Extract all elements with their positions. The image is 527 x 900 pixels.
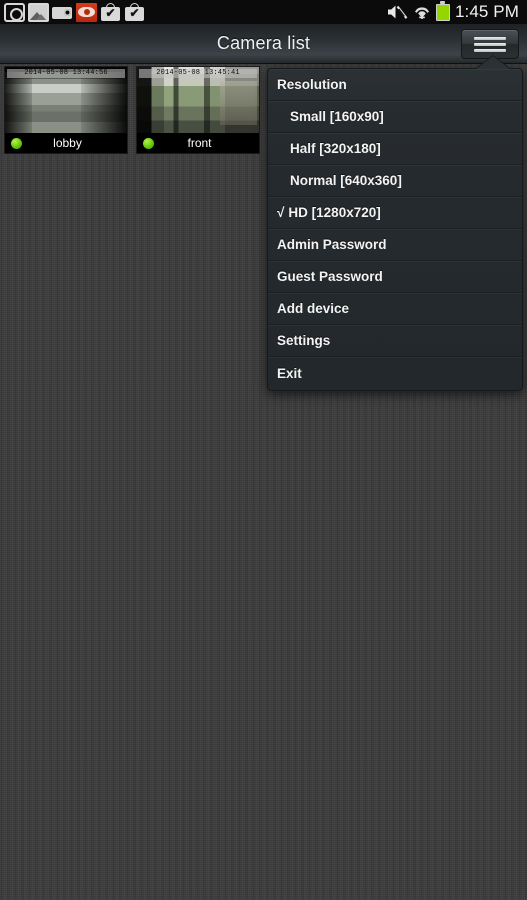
dropdown-caret-icon [476,56,510,69]
menu-label: Half [320x180] [290,141,381,156]
camera-icon [52,3,73,22]
hamburger-bar-2 [474,42,506,46]
menu-item-normal[interactable]: Normal [640x360] [268,165,522,197]
menu-item-hd[interactable]: √ HD [1280x720] [268,197,522,229]
status-bar-right-icons: 1:45 PM [386,0,523,24]
camera-tile-front[interactable]: 2014-05-08 13:45:41 front [137,67,259,153]
app-root: 1:45 PM Camera list 2014-05-08 13:44:56 … [0,0,527,900]
camera-timestamp-front: 2014-05-08 13:45:41 [139,69,257,78]
overflow-menu: Resolution Small [160x90] Half [320x180]… [267,68,523,391]
menu-item-guest-password[interactable]: Guest Password [268,261,522,293]
menu-item-settings[interactable]: Settings [268,325,522,357]
menu-item-half[interactable]: Half [320x180] [268,133,522,165]
gallery-icon [28,2,49,22]
bag-check-icon [100,2,121,22]
camera-tile-lobby[interactable]: 2014-05-08 13:44:56 lobby [5,67,127,153]
title-bar: Camera list [0,24,527,64]
menu-item-admin-password[interactable]: Admin Password [268,229,522,261]
menu-label: Add device [277,301,350,316]
menu-label: HD [1280x720] [288,205,381,220]
status-badge-front [143,137,154,149]
camera-footer-front: front [137,133,259,153]
page-title: Camera list [216,33,311,53]
bag-check-icon-2 [124,2,145,22]
menu-label: Small [160x90] [290,109,384,124]
menu-label: Guest Password [277,269,383,284]
battery-icon [435,0,450,21]
menu-label: Resolution [277,77,347,92]
menu-item-add-device[interactable]: Add device [268,293,522,325]
menu-item-exit[interactable]: Exit [268,357,522,389]
red-eye-icon [76,2,97,22]
wifi-icon [413,3,431,21]
screenshot-icon [4,2,25,22]
mute-icon [386,3,408,21]
status-bar-left-icons [4,2,145,22]
menu-label: Normal [640x360] [290,173,402,188]
hamburger-bar-3 [474,48,506,52]
camera-timestamp-lobby: 2014-05-08 13:44:56 [7,69,125,78]
status-badge-lobby [11,137,22,149]
menu-item-small[interactable]: Small [160x90] [268,101,522,133]
status-bar: 1:45 PM [0,0,527,24]
menu-label: Settings [277,333,331,348]
menu-label: Admin Password [277,237,387,252]
status-bar-clock: 1:45 PM [454,2,519,21]
hamburger-bar-1 [474,36,506,40]
camera-footer-lobby: lobby [5,133,127,153]
camera-label-lobby: lobby [53,136,82,150]
check-icon: √ [277,205,285,220]
camera-label-front: front [187,136,212,150]
hamburger-menu-icon[interactable] [461,29,519,59]
menu-label: Exit [277,365,302,381]
menu-header-resolution: Resolution [268,69,522,101]
